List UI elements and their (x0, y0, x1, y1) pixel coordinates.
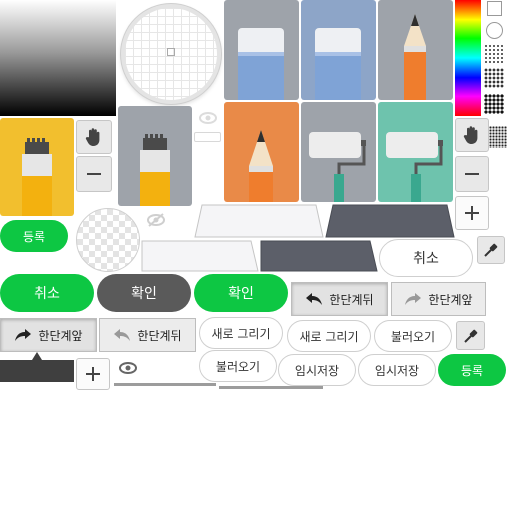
eraser-tile-blue[interactable] (301, 0, 376, 100)
pencil-tile-orange[interactable] (224, 102, 299, 202)
plus-icon (465, 206, 479, 220)
tab-shape-dark-top[interactable] (325, 204, 455, 238)
zoom-out-button[interactable] (76, 156, 112, 192)
center-marker-icon (167, 48, 175, 56)
hand-tool-button[interactable] (76, 120, 112, 154)
brightness-gradient[interactable] (0, 0, 116, 116)
eyedropper-button-top[interactable] (477, 236, 505, 264)
confirm-button[interactable]: 확인 (194, 274, 288, 312)
temp-save-button[interactable]: 임시저장 (278, 354, 356, 386)
tab-shape-dark-bottom[interactable] (260, 240, 378, 272)
minus-icon (87, 173, 101, 175)
redo-arrow-icon (15, 329, 32, 341)
hand-icon (463, 126, 478, 144)
undo-button-label: 한단계뒤 (329, 292, 374, 307)
marker-tile-yellow[interactable] (0, 118, 74, 216)
tab-shape-light-top[interactable] (194, 204, 324, 238)
eye-icon[interactable] (198, 110, 218, 126)
redo-button[interactable]: 한단계앞 (391, 282, 486, 316)
texture-swatch-dots-heavy[interactable] (484, 94, 504, 114)
marker-icon (22, 138, 52, 216)
redo-button-label: 한단계앞 (428, 292, 473, 307)
texture-swatch-dots-medium[interactable] (484, 68, 504, 88)
zoom-in-button-right[interactable] (455, 196, 489, 230)
pencil-icon (249, 130, 273, 202)
undo-arrow-icon (306, 293, 323, 305)
hand-tool-button-right[interactable] (455, 118, 489, 152)
eraser-tile-gray[interactable] (224, 0, 299, 100)
paint-roller-icon (309, 132, 366, 202)
layer-thumbnail-small[interactable] (194, 132, 221, 142)
tooltip-bar-dark (0, 360, 74, 382)
roller-tile-gray[interactable] (301, 102, 376, 202)
eye-off-icon[interactable] (146, 212, 166, 228)
tab-shape-light-bottom[interactable] (141, 240, 259, 272)
round-swatch[interactable] (486, 22, 503, 39)
texture-swatch-dots-fine[interactable] (489, 126, 507, 148)
eraser-icon (315, 28, 361, 100)
register-button-alt[interactable]: 등록 (438, 354, 506, 386)
roller-tile-teal[interactable] (378, 102, 453, 202)
undo-button-pressed[interactable]: 한단계뒤 (291, 282, 388, 316)
cancel-button-outline[interactable]: 취소 (379, 239, 473, 277)
eraser-icon (238, 28, 284, 100)
marker-tile-gray[interactable] (118, 106, 192, 206)
redo-button-pressed[interactable]: 한단계앞 (0, 318, 97, 352)
tooltip-pointer (32, 352, 42, 360)
new-drawing-button[interactable]: 새로 그리기 (199, 317, 283, 349)
redo-button-label: 한단계앞 (38, 328, 83, 343)
divider-line (114, 383, 216, 386)
redo-arrow-icon (405, 293, 422, 305)
register-button[interactable]: 등록 (0, 220, 68, 252)
undo-button[interactable]: 한단계뒤 (99, 318, 196, 352)
eye-icon[interactable] (118, 360, 138, 376)
pencil-tile-gray[interactable] (378, 0, 453, 100)
eyedropper-icon (463, 329, 477, 343)
new-drawing-button-alt[interactable]: 새로 그리기 (287, 320, 371, 352)
plus-icon (86, 367, 100, 381)
hue-spectrum-bar[interactable] (455, 0, 481, 116)
zoom-out-button-right[interactable] (455, 156, 489, 192)
minus-icon (465, 173, 479, 175)
pencil-icon (404, 14, 426, 100)
undo-arrow-icon (114, 329, 131, 341)
undo-button-label: 한단계뒤 (137, 328, 182, 343)
transparency-circle[interactable] (76, 208, 140, 272)
white-swatch[interactable] (487, 1, 502, 16)
confirm-button-dark[interactable]: 확인 (97, 274, 191, 312)
eyedropper-icon (484, 243, 498, 257)
hand-icon (85, 128, 100, 146)
divider-line-2 (219, 386, 323, 389)
marker-icon (140, 134, 170, 206)
brush-preview-circle[interactable] (121, 4, 221, 104)
paint-roller-icon (386, 132, 443, 202)
load-button-alt[interactable]: 불러오기 (199, 350, 277, 382)
cancel-button[interactable]: 취소 (0, 274, 94, 312)
zoom-in-button[interactable] (76, 358, 110, 390)
temp-save-button-alt[interactable]: 임시저장 (358, 354, 436, 386)
load-button[interactable]: 불러오기 (374, 320, 452, 352)
texture-swatch-dots-light[interactable] (484, 44, 504, 64)
eyedropper-button[interactable] (456, 321, 485, 350)
